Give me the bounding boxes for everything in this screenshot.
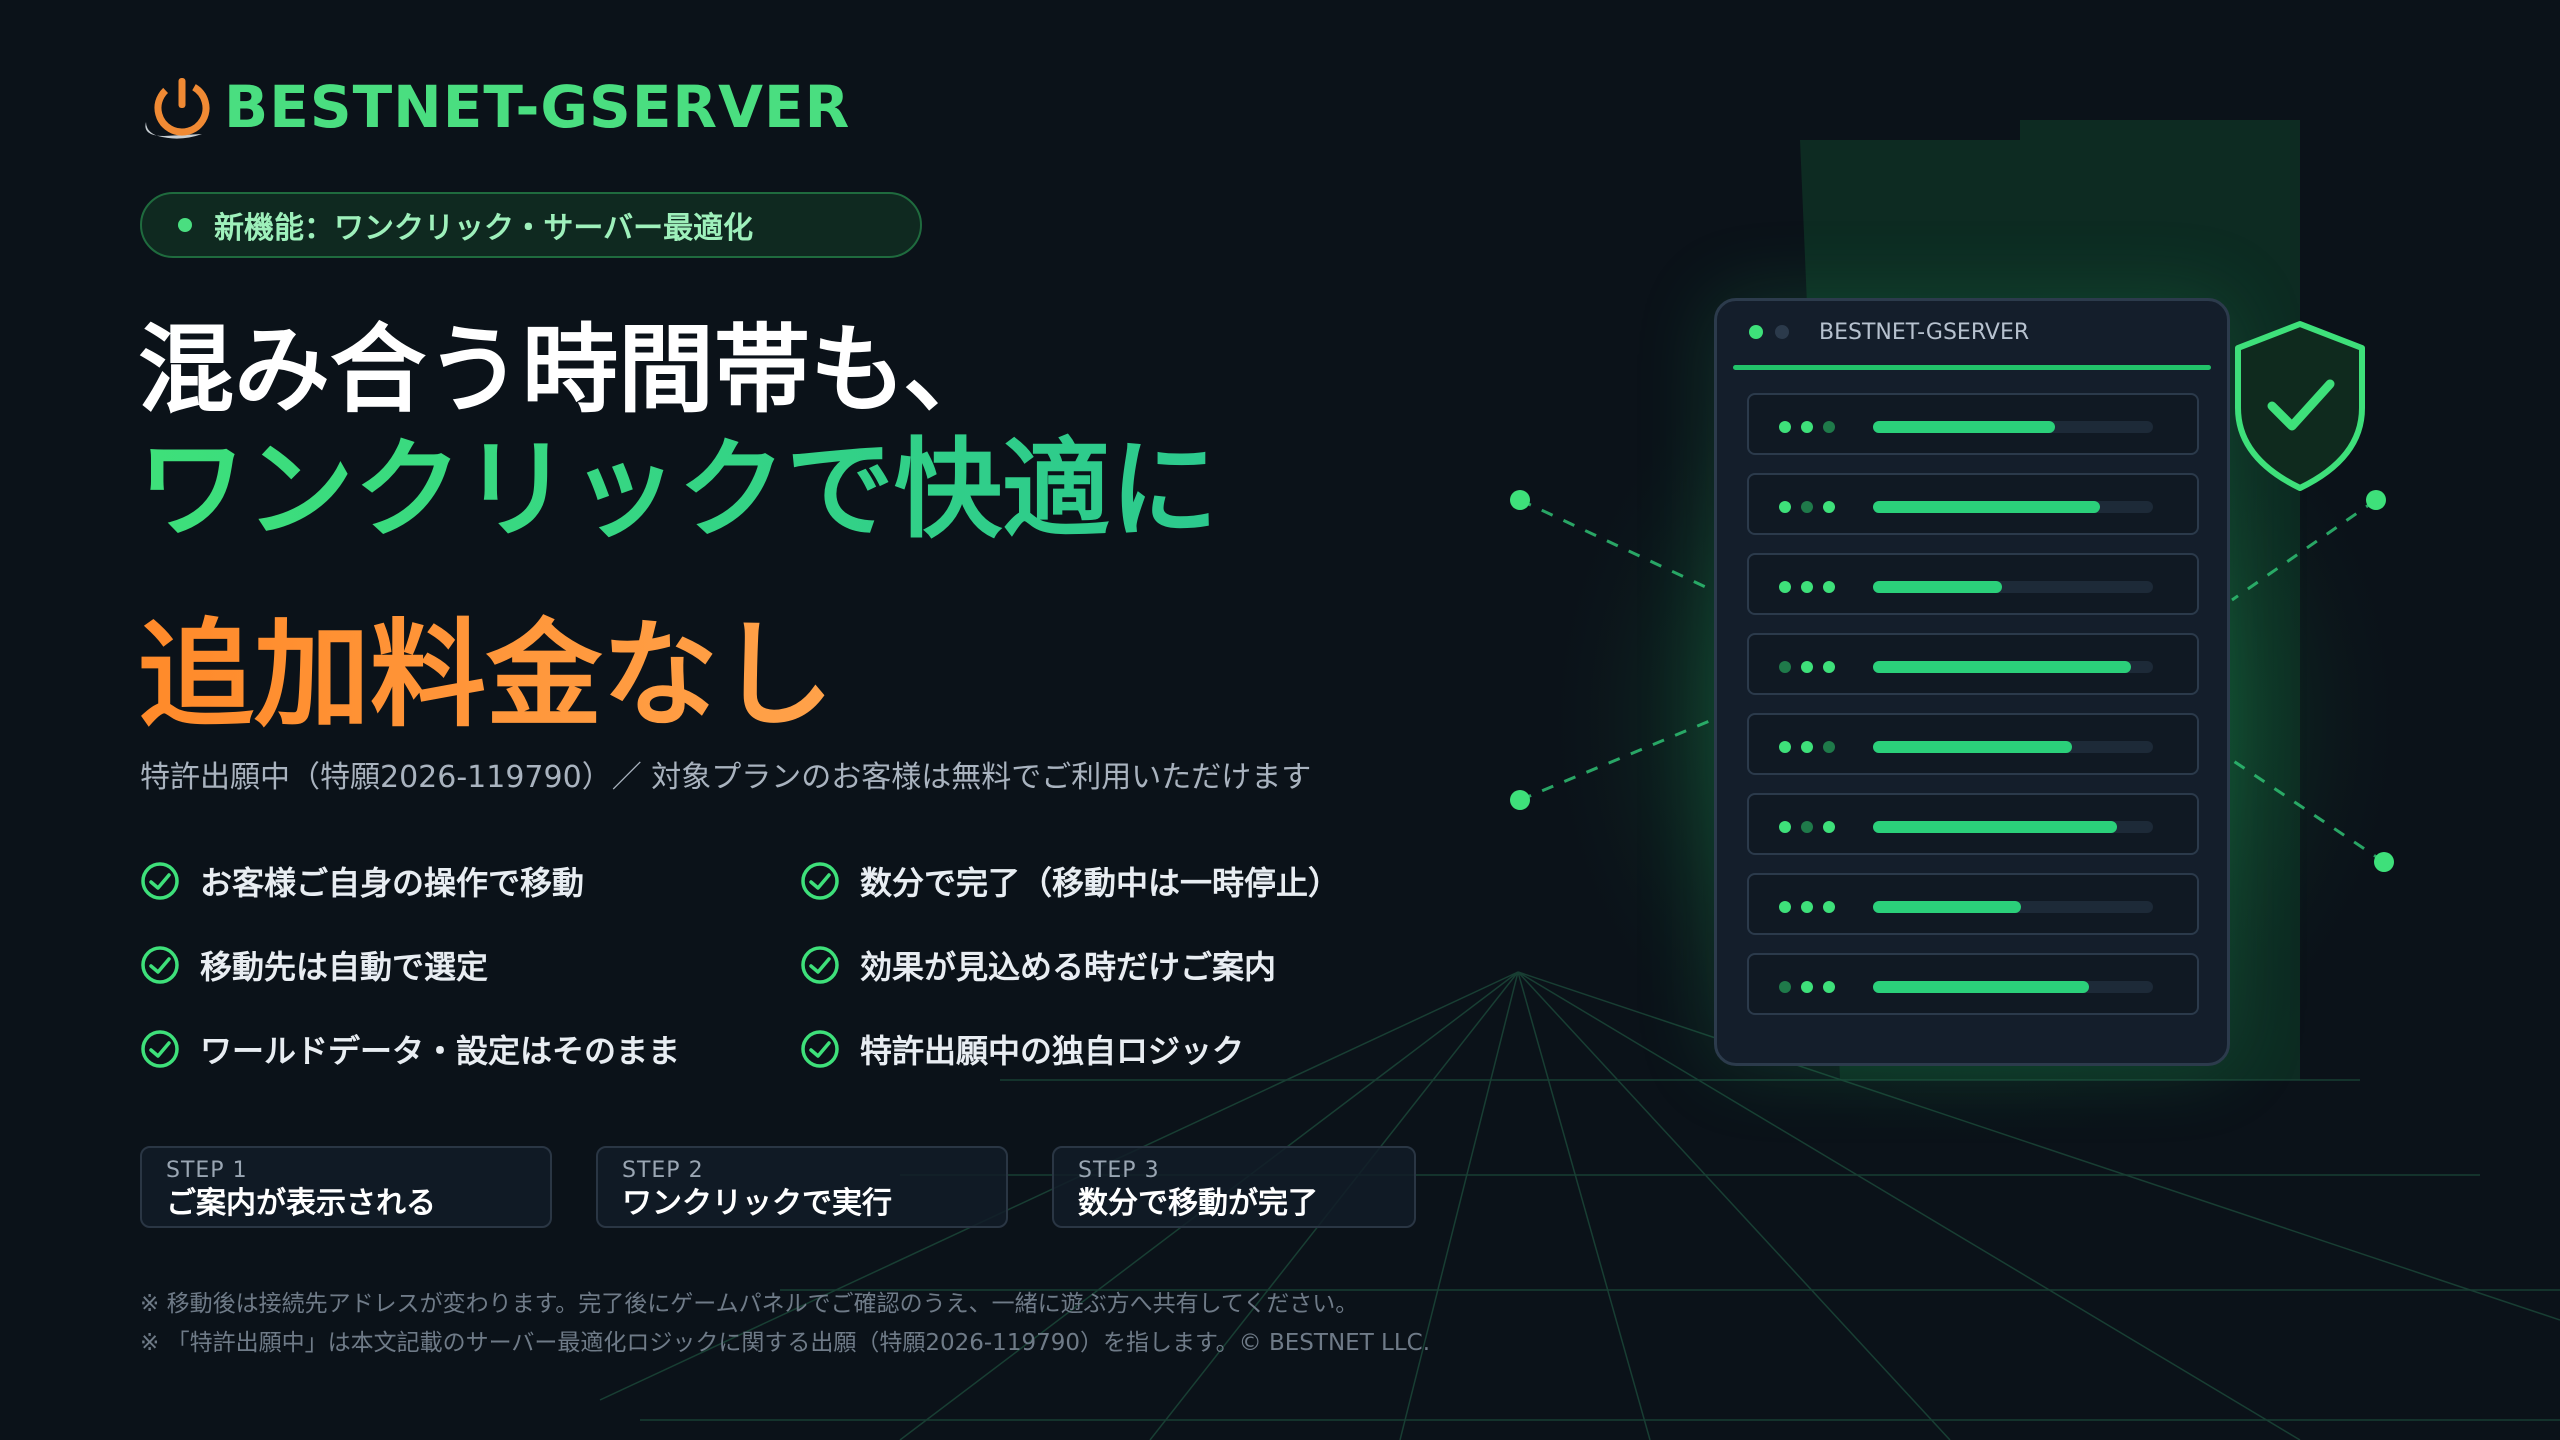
step-text: 数分で移動が完了 <box>1078 1186 1318 1222</box>
status-led-icon <box>1801 661 1813 673</box>
status-led-icon <box>1801 901 1813 913</box>
load-bar-fill <box>1873 501 2100 513</box>
headline-line-2: ワンクリックで快適に <box>138 428 1219 553</box>
step-card-1: STEP 1 ご案内が表示される <box>140 1146 552 1228</box>
feature-item: 移動先は自動で選定 <box>140 942 488 988</box>
status-led-icon <box>1823 981 1835 993</box>
load-bar-track <box>1873 901 2153 913</box>
status-led-icon <box>1779 421 1791 433</box>
status-led-icon <box>1779 661 1791 673</box>
feature-text: 特許出願中の独自ロジック <box>860 1032 1245 1070</box>
load-bar-track <box>1873 741 2153 753</box>
feature-text: 効果が見込める時だけご案内 <box>860 948 1277 986</box>
footnote-2: ※ 「特許出願中」は本文記載のサーバー最適化ロジックに関する出願（特願2026-… <box>140 1330 1431 1356</box>
check-circle-icon <box>141 1030 179 1068</box>
load-bar-track <box>1873 981 2153 993</box>
status-led-icon <box>1801 741 1813 753</box>
server-rack <box>1747 953 2199 1015</box>
feature-item: お客様ご自身の操作で移動 <box>140 858 584 904</box>
headline-line-3: 追加料金なし <box>138 608 834 743</box>
status-led-icon <box>1801 821 1813 833</box>
status-led-icon <box>1779 901 1791 913</box>
load-bar-fill <box>1873 821 2117 833</box>
brand-name: BESTNET-GSERVER <box>224 73 851 141</box>
load-bar-track <box>1873 661 2153 673</box>
load-bar-fill <box>1873 581 2002 593</box>
feature-item: 数分で完了（移動中は一時停止） <box>800 858 1340 904</box>
step-label: STEP 3 <box>1078 1158 1160 1183</box>
check-circle-icon <box>141 946 179 984</box>
badge-text: 新機能：ワンクリック・サーバー最適化 <box>214 211 754 246</box>
status-led-icon <box>1823 821 1835 833</box>
status-led-icon <box>1779 821 1791 833</box>
load-bar-track <box>1873 421 2153 433</box>
feature-text: ワールドデータ・設定はそのまま <box>200 1032 681 1070</box>
step-card-2: STEP 2 ワンクリックで実行 <box>596 1146 1008 1228</box>
load-bar-track <box>1873 581 2153 593</box>
feature-item: ワールドデータ・設定はそのまま <box>140 1026 680 1072</box>
step-text: ワンクリックで実行 <box>622 1186 892 1222</box>
status-led-icon <box>1823 901 1835 913</box>
load-bar-track <box>1873 501 2153 513</box>
status-led-icon <box>1823 501 1835 513</box>
status-led-icon <box>1823 741 1835 753</box>
status-led-icon <box>1823 581 1835 593</box>
status-led-icon <box>1779 501 1791 513</box>
step-card-3: STEP 3 数分で移動が完了 <box>1052 1146 1416 1228</box>
status-led-icon <box>1801 421 1813 433</box>
panel-header: BESTNET-GSERVER <box>1717 301 2227 363</box>
server-rack <box>1747 473 2199 535</box>
server-rack <box>1747 873 2199 935</box>
step-text: ご案内が表示される <box>166 1186 436 1222</box>
feature-item: 効果が見込める時だけご案内 <box>800 942 1276 988</box>
status-led-icon <box>1779 581 1791 593</box>
check-circle-icon <box>141 862 179 900</box>
footnote-1: ※ 移動後は接続先アドレスが変わります。完了後にゲームパネルでご確認のうえ、一緒… <box>140 1291 1359 1317</box>
status-led-icon <box>1823 421 1835 433</box>
power-logo-icon <box>140 72 220 142</box>
badge-dot-icon <box>178 218 192 232</box>
server-rack <box>1747 793 2199 855</box>
status-led-icon <box>1779 981 1791 993</box>
load-bar-fill <box>1873 661 2131 673</box>
feature-text: お客様ご自身の操作で移動 <box>200 864 585 902</box>
feature-item: 特許出願中の独自ロジック <box>800 1026 1244 1072</box>
panel-accent-line <box>1733 365 2211 370</box>
server-panel-illustration: BESTNET-GSERVER <box>1714 298 2230 1066</box>
check-circle-icon <box>801 1030 839 1068</box>
window-dot-icon <box>1749 325 1763 339</box>
window-dot-icon <box>1775 325 1789 339</box>
feature-text: 数分で完了（移動中は一時停止） <box>860 864 1341 902</box>
brand-logo[interactable]: BESTNET-GSERVER <box>140 72 850 142</box>
status-led-icon <box>1779 741 1791 753</box>
step-label: STEP 2 <box>622 1158 704 1183</box>
load-bar-fill <box>1873 901 2021 913</box>
panel-title: BESTNET-GSERVER <box>1819 319 2030 345</box>
status-led-icon <box>1801 981 1813 993</box>
check-circle-icon <box>801 946 839 984</box>
server-rack <box>1747 393 2199 455</box>
load-bar-track <box>1873 821 2153 833</box>
check-circle-icon <box>801 862 839 900</box>
feature-badge: 新機能：ワンクリック・サーバー最適化 <box>140 192 922 258</box>
server-rack <box>1747 633 2199 695</box>
load-bar-fill <box>1873 981 2089 993</box>
status-led-icon <box>1801 501 1813 513</box>
status-led-icon <box>1801 581 1813 593</box>
load-bar-fill <box>1873 421 2055 433</box>
server-rack <box>1747 713 2199 775</box>
step-label: STEP 1 <box>166 1158 248 1183</box>
headline-line-1: 混み合う時間帯も、 <box>138 314 1000 426</box>
server-rack <box>1747 553 2199 615</box>
shield-check-icon <box>2235 321 2365 491</box>
status-led-icon <box>1823 661 1835 673</box>
load-bar-fill <box>1873 741 2072 753</box>
feature-text: 移動先は自動で選定 <box>200 948 489 986</box>
patent-subtext: 特許出願中（特願2026-119790）／ 対象プランのお客様は無料でご利用いた… <box>140 760 1312 795</box>
